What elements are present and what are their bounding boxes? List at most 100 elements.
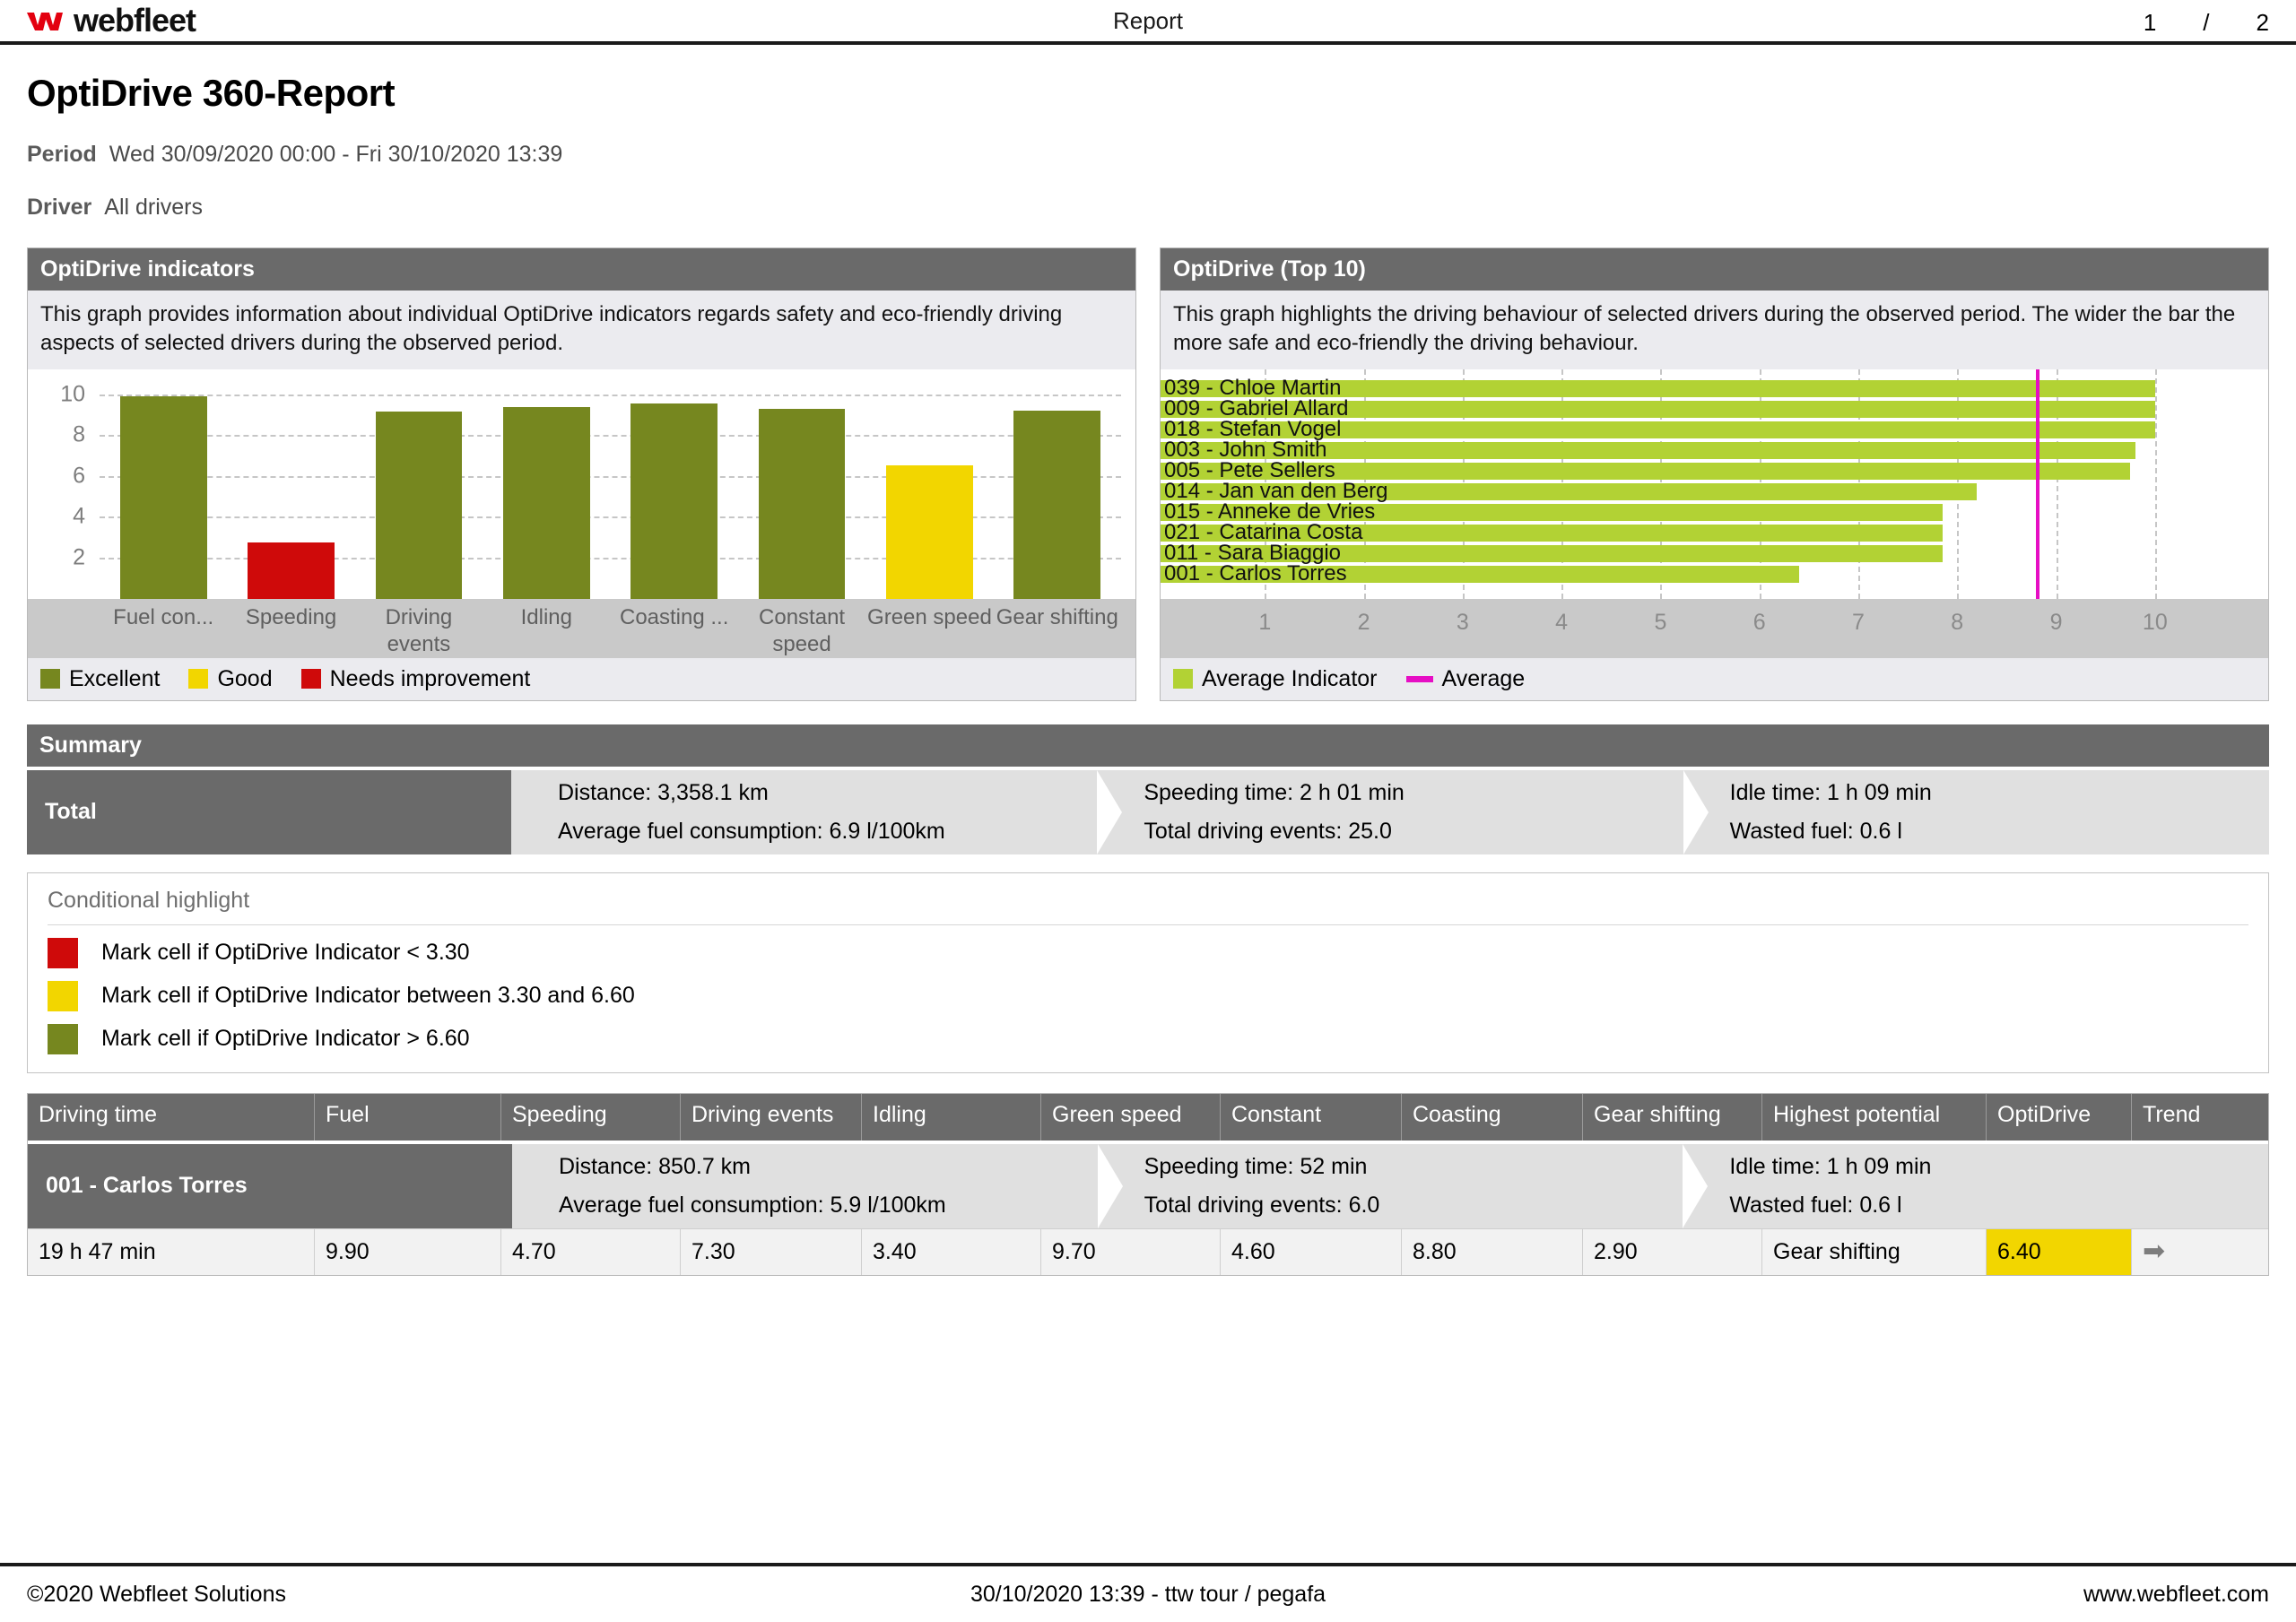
summary-cell-idle: Idle time: 1 h 09 min Wasted fuel: 0.6 l [1683,770,2269,854]
table-row: 19 h 47 min9.904.707.303.409.704.608.802… [28,1228,2268,1275]
page-title: OptiDrive 360-Report [27,72,2269,115]
table-column-header-12[interactable]: Trend [2132,1094,2268,1141]
conditional-highlight-box: Conditional highlight Mark cell if OptiD… [27,872,2269,1073]
hbar: 003 - John Smith [1161,442,2135,459]
driver-cell-speeding: Speeding time: 52 min Total driving even… [1098,1144,1683,1228]
bar-2 [248,542,335,599]
legend-label: Needs improvement [330,666,531,692]
hbar-row-10: 001 - Carlos Torres [1161,566,2268,586]
table-column-header-7[interactable]: Constant [1221,1094,1402,1141]
legend-line-icon [1406,676,1433,682]
x-axis-tick-label: 5 [1654,610,1666,636]
period-value: Wed 30/09/2020 00:00 - Fri 30/10/2020 13… [109,142,562,168]
legend-label: Excellent [69,666,160,692]
legend-item-3: Needs improvement [301,666,531,692]
bar-5 [631,403,718,599]
driver-table: Driving timeFuelSpeedingDriving eventsId… [27,1093,2269,1276]
legend-swatch-icon [188,669,208,689]
conditional-rule-text: Mark cell if OptiDrive Indicator > 6.60 [101,1026,470,1052]
hbar: 021 - Catarina Costa [1161,525,1943,542]
table-column-header-8[interactable]: Coasting [1402,1094,1583,1141]
x-axis-tick-label: Idling [483,599,610,658]
driver-value: All drivers [104,195,203,221]
table-cell-2: 9.90 [315,1229,501,1275]
report-page: webfleet Report 1 / 2 OptiDrive 360-Repo… [0,0,2296,1622]
optidrive-top10-title: OptiDrive (Top 10) [1161,248,2268,291]
summary-idle-time: Idle time: 1 h 09 min [1730,780,2269,806]
legend-item-1: Average Indicator [1173,666,1378,692]
table-column-header-3[interactable]: Speeding [501,1094,681,1141]
table-column-header-1[interactable]: Driving time [28,1094,315,1141]
table-cell-10: Gear shifting [1762,1229,1987,1275]
y-axis-tick-label: 4 [28,504,85,530]
report-heading-block: OptiDrive 360-Report Period Wed 30/09/20… [0,45,2296,221]
optidrive-indicators-description: This graph provides information about in… [28,291,1135,369]
legend-item-1: Excellent [40,666,160,692]
legend-label: Average Indicator [1202,666,1378,692]
legend-swatch-icon [301,669,321,689]
driver-row: Driver All drivers [27,195,2269,221]
driver-summary-row: 001 - Carlos Torres Distance: 850.7 km A… [28,1144,2268,1228]
x-axis-tick-label: Gear shifting [994,599,1121,658]
trend-arrow-icon: ➡ [2143,1238,2165,1265]
summary-speeding-time: Speeding time: 2 h 01 min [1144,780,1683,806]
summary-section: Summary Total Distance: 3,358.1 km Avera… [27,724,2269,1276]
legend-label: Average [1442,666,1526,692]
optidrive-top10-value-axis: 12345678910 [1161,599,2268,658]
driver-label: Driver [27,195,91,221]
period-label: Period [27,142,97,168]
x-axis-tick-label: Constant speed [738,599,865,658]
conditional-rule-text: Mark cell if OptiDrive Indicator between… [101,983,635,1009]
average-line [2036,369,2039,599]
hbar: 018 - Stefan Vogel [1161,421,2155,438]
table-cell-3: 4.70 [501,1229,681,1275]
optidrive-indicators-panel: OptiDrive indicators This graph provides… [27,247,1136,701]
top-bar: webfleet Report 1 / 2 [0,0,2296,45]
table-column-header-6[interactable]: Green speed [1041,1094,1221,1141]
table-column-header-10[interactable]: Highest potential [1762,1094,1987,1141]
optidrive-indicators-title: OptiDrive indicators [28,248,1135,291]
table-column-header-9[interactable]: Gear shifting [1583,1094,1762,1141]
page-separator: / [2203,9,2209,37]
optidrive-indicators-category-axis: Fuel con...SpeedingDriving eventsIdlingC… [28,599,1135,658]
driver-table-header: Driving timeFuelSpeedingDriving eventsId… [28,1094,2268,1141]
driver-cell-distance: Distance: 850.7 km Average fuel consumpt… [512,1144,1098,1228]
hbar: 005 - Pete Sellers [1161,463,2130,480]
optidrive-top10-description: This graph highlights the driving behavi… [1161,291,2268,369]
driver-driving-events: Total driving events: 6.0 [1144,1193,1683,1219]
table-column-header-4[interactable]: Driving events [681,1094,862,1141]
table-column-header-2[interactable]: Fuel [315,1094,501,1141]
hbar-label: 001 - Carlos Torres [1164,561,1347,586]
x-axis-tick-label: 3 [1457,610,1469,636]
bar-3 [376,412,463,599]
page-total: 2 [2257,9,2269,37]
report-header-title: Report [0,7,2296,35]
x-axis-tick-label: Speeding [227,599,354,658]
conditional-highlight-item-1: Mark cell if OptiDrive Indicator < 3.30 [48,938,2248,968]
driver-speeding-time: Speeding time: 52 min [1144,1154,1683,1180]
x-axis-tick-label: Driving events [355,599,483,658]
table-cell-1: 19 h 47 min [28,1229,315,1275]
x-axis-tick-label: 7 [1852,610,1865,636]
hbar: 039 - Chloe Martin [1161,380,2155,397]
charts-row: OptiDrive indicators This graph provides… [0,221,2296,701]
conditional-highlight-title: Conditional highlight [48,888,2248,925]
summary-cell-distance: Distance: 3,358.1 km Average fuel consum… [511,770,1097,854]
page-current: 1 [2144,9,2156,37]
summary-total-row: Total Distance: 3,358.1 km Average fuel … [27,770,2269,854]
table-column-header-5[interactable]: Idling [862,1094,1041,1141]
hbar: 011 - Sara Biaggio [1161,545,1943,562]
y-axis-tick-label: 6 [28,463,85,489]
y-axis-tick-label: 2 [28,545,85,571]
driver-idle-time: Idle time: 1 h 09 min [1729,1154,2268,1180]
table-cell-9: 2.90 [1583,1229,1762,1275]
conditional-highlight-items: Mark cell if OptiDrive Indicator < 3.30 M… [48,938,2248,1054]
bar-6 [759,409,846,599]
summary-title: Summary [27,724,2269,767]
conditional-highlight-item-2: Mark cell if OptiDrive Indicator between… [48,981,2248,1011]
table-column-header-11[interactable]: OptiDrive [1987,1094,2132,1141]
x-axis-tick-label: 8 [1951,610,1963,636]
optidrive-indicators-chart: 246810 [28,369,1135,599]
table-cell-6: 9.70 [1041,1229,1221,1275]
hbar: 015 - Anneke de Vries [1161,504,1943,521]
